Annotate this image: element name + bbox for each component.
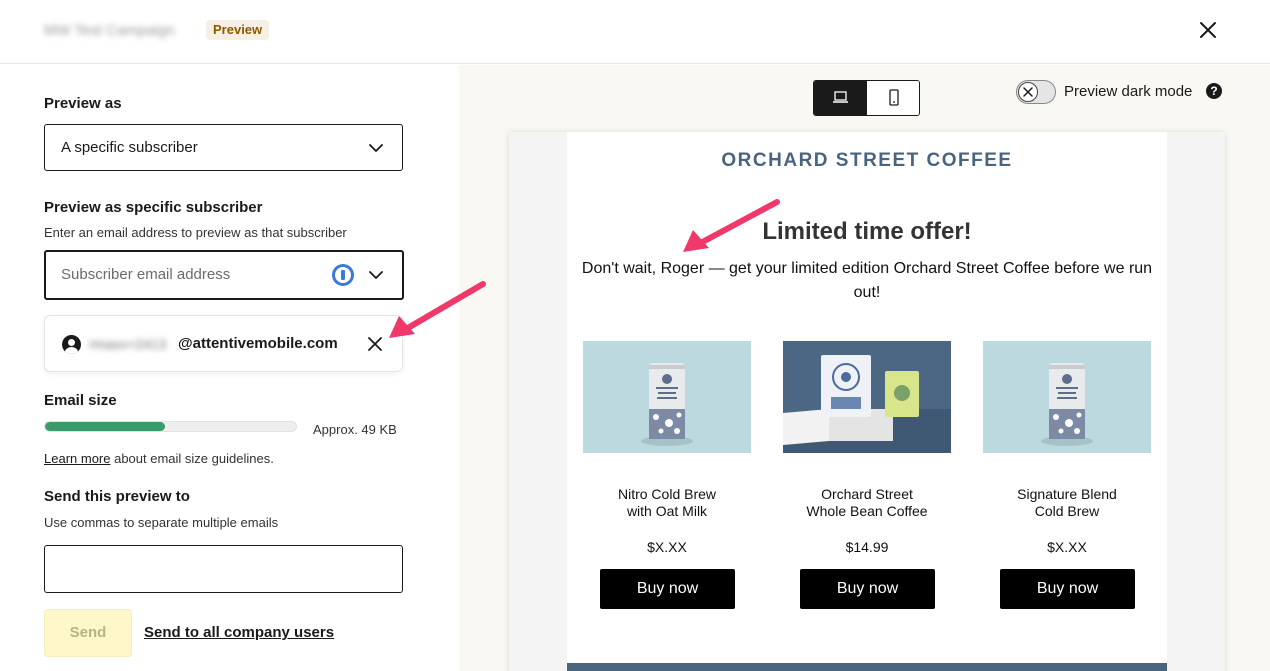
buy-now-button[interactable]: Buy now bbox=[600, 569, 735, 609]
close-button[interactable] bbox=[1196, 18, 1220, 42]
subscriber-email-local: rmaxx+2413 bbox=[89, 336, 167, 352]
toggle-knob bbox=[1018, 82, 1038, 102]
learn-more-link[interactable]: Learn more bbox=[44, 451, 110, 466]
desktop-view-button[interactable] bbox=[814, 81, 867, 115]
send-to-all-link[interactable]: Send to all company users bbox=[144, 624, 334, 641]
mobile-icon bbox=[889, 89, 899, 106]
mobile-view-button[interactable] bbox=[867, 81, 919, 115]
dark-mode-toggle[interactable] bbox=[1016, 80, 1056, 104]
product-name-line2: Cold Brew bbox=[1034, 503, 1100, 519]
send-button[interactable]: Send bbox=[44, 609, 132, 657]
email-size-bar bbox=[44, 421, 297, 432]
chevron-down-icon bbox=[369, 144, 383, 152]
size-guidelines-text: Learn more about email size guidelines. bbox=[44, 451, 274, 466]
buy-now-button[interactable]: Buy now bbox=[800, 569, 935, 609]
product-name-line1: Signature Blend bbox=[1017, 486, 1117, 502]
product-price: $X.XX bbox=[1047, 539, 1087, 555]
user-avatar-icon bbox=[62, 335, 81, 354]
email-footer-bar bbox=[567, 663, 1167, 671]
product-image-bags bbox=[783, 341, 951, 453]
email-preview-frame: ORCHARD STREET COFFEE Limited time offer… bbox=[509, 132, 1225, 671]
preview-area: Preview dark mode ? ORCHARD STREET COFFE… bbox=[459, 65, 1270, 671]
settings-panel: Preview as A specific subscriber Preview… bbox=[0, 65, 459, 671]
email-size-label: Email size bbox=[44, 392, 117, 409]
close-icon bbox=[1023, 87, 1033, 97]
email-headline: Limited time offer! bbox=[762, 218, 972, 245]
send-preview-input[interactable] bbox=[44, 545, 403, 593]
product-name: Nitro Cold Brew with Oat Milk bbox=[583, 486, 751, 520]
send-preview-label: Send this preview to bbox=[44, 488, 190, 505]
preview-as-select[interactable]: A specific subscriber bbox=[44, 124, 403, 171]
product-price: $14.99 bbox=[845, 539, 889, 555]
send-preview-help: Use commas to separate multiple emails bbox=[44, 515, 279, 530]
device-toggle bbox=[813, 80, 920, 116]
email-body: ORCHARD STREET COFFEE Limited time offer… bbox=[567, 132, 1167, 671]
product-image-can bbox=[583, 341, 751, 453]
laptop-icon bbox=[833, 91, 848, 103]
dark-mode-label: Preview dark mode bbox=[1064, 83, 1193, 100]
password-manager-icon[interactable] bbox=[332, 264, 354, 286]
email-brand-logo: ORCHARD STREET COFFEE bbox=[721, 150, 1013, 171]
specific-subscriber-label: Preview as specific subscriber bbox=[44, 199, 263, 216]
buy-now-button[interactable]: Buy now bbox=[1000, 569, 1135, 609]
product-name: Signature Blend Cold Brew bbox=[983, 486, 1151, 520]
email-body-text: Don't wait, Roger — get your limited edi… bbox=[581, 260, 1153, 301]
preview-as-label: Preview as bbox=[44, 95, 122, 112]
selected-subscriber-card: rmaxx+2413 @attentivemobile.com bbox=[44, 315, 403, 372]
email-size-text: Approx. 49 KB bbox=[313, 422, 397, 437]
subscriber-email-domain: @attentivemobile.com bbox=[178, 335, 338, 352]
product-price: $X.XX bbox=[647, 539, 687, 555]
remove-subscriber-icon[interactable] bbox=[368, 337, 382, 351]
preview-as-value: A specific subscriber bbox=[61, 139, 198, 156]
subscriber-email-placeholder: Subscriber email address bbox=[61, 266, 231, 283]
email-size-fill bbox=[45, 422, 166, 431]
help-icon[interactable]: ? bbox=[1206, 83, 1222, 99]
product-name-line1: Nitro Cold Brew bbox=[617, 486, 717, 502]
subscriber-email-input[interactable]: Subscriber email address bbox=[44, 250, 404, 300]
chevron-down-icon[interactable] bbox=[368, 267, 384, 283]
product-name-line2: Whole Bean Coffee bbox=[806, 503, 928, 519]
product-image-can bbox=[983, 341, 1151, 453]
learn-more-rest: about email size guidelines. bbox=[110, 451, 274, 466]
product-name: Orchard Street Whole Bean Coffee bbox=[783, 486, 951, 520]
top-header: MW Test Campaign Preview bbox=[0, 0, 1270, 64]
campaign-name: MW Test Campaign bbox=[44, 22, 175, 39]
preview-badge: Preview bbox=[206, 20, 270, 40]
product-name-line1: Orchard Street bbox=[821, 486, 913, 502]
specific-subscriber-help: Enter an email address to preview as tha… bbox=[44, 225, 347, 240]
product-name-line2: with Oat Milk bbox=[626, 503, 708, 519]
close-icon bbox=[1200, 22, 1216, 38]
